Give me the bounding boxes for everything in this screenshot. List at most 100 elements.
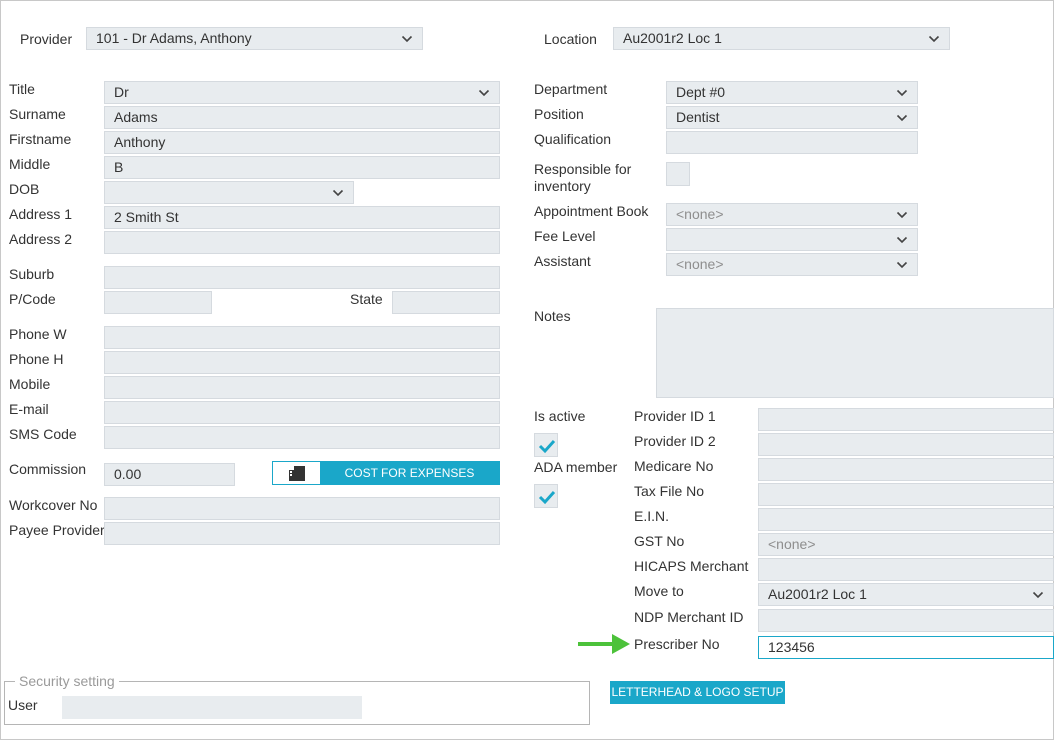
email-label: E-mail xyxy=(9,401,49,417)
chevron-down-icon xyxy=(332,187,344,199)
letterhead-logo-setup-button[interactable]: LETTERHEAD & LOGO SETUP xyxy=(610,681,785,704)
commission-input[interactable]: 0.00 xyxy=(104,463,235,486)
chevron-down-icon xyxy=(896,209,908,221)
provider-select[interactable]: 101 - Dr Adams, Anthony xyxy=(86,27,423,50)
tax-file-label: Tax File No xyxy=(634,483,705,499)
chevron-down-icon xyxy=(1032,589,1044,601)
position-label: Position xyxy=(534,106,584,122)
security-setting-group: Security setting User xyxy=(4,673,590,725)
appointment-book-label: Appointment Book xyxy=(534,203,649,219)
provider-id1-label: Provider ID 1 xyxy=(634,408,716,424)
phone-w-label: Phone W xyxy=(9,326,67,342)
pcode-label: P/Code xyxy=(9,291,56,307)
sms-code-input[interactable] xyxy=(104,426,500,449)
prescriber-input[interactable]: 123456 xyxy=(758,636,1054,659)
pcode-input[interactable] xyxy=(104,291,212,314)
location-label: Location xyxy=(544,31,597,47)
chevron-down-icon xyxy=(896,87,908,99)
notes-textarea[interactable] xyxy=(656,308,1054,398)
hicaps-label: HICAPS Merchant xyxy=(634,558,749,574)
appointment-book-select[interactable]: <none> xyxy=(666,203,918,226)
firstname-input[interactable]: Anthony xyxy=(104,131,500,154)
surname-label: Surname xyxy=(9,106,66,122)
checkmark-icon xyxy=(538,490,556,505)
chevron-down-icon xyxy=(896,259,908,271)
assistant-select[interactable]: <none> xyxy=(666,253,918,276)
ndp-input[interactable] xyxy=(758,609,1054,632)
address1-label: Address 1 xyxy=(9,206,73,222)
user-input[interactable] xyxy=(62,696,362,719)
position-value: Dentist xyxy=(676,109,720,125)
dob-label: DOB xyxy=(9,181,40,197)
chevron-down-icon xyxy=(478,87,490,99)
workcover-input[interactable] xyxy=(104,497,500,520)
cost-for-expenses-button[interactable]: COST FOR EXPENSES xyxy=(272,461,500,485)
prescriber-label: Prescriber No xyxy=(634,636,720,652)
chevron-down-icon xyxy=(896,234,908,246)
location-select[interactable]: Au2001r2 Loc 1 xyxy=(613,27,950,50)
department-select[interactable]: Dept #0 xyxy=(666,81,918,104)
arrow-right-icon xyxy=(578,634,630,654)
chevron-down-icon xyxy=(896,112,908,124)
address2-input[interactable] xyxy=(104,231,500,254)
responsible-label-line2: inventory xyxy=(534,178,591,194)
user-label: User xyxy=(8,697,38,713)
state-label: State xyxy=(350,291,383,307)
security-setting-title: Security setting xyxy=(15,673,119,690)
hicaps-input[interactable] xyxy=(758,558,1054,581)
department-value: Dept #0 xyxy=(676,84,726,100)
assistant-label: Assistant xyxy=(534,253,591,269)
mobile-label: Mobile xyxy=(9,376,51,392)
medicare-input[interactable] xyxy=(758,458,1054,481)
gst-label: GST No xyxy=(634,533,685,549)
fee-level-label: Fee Level xyxy=(534,228,596,244)
middle-input[interactable]: B xyxy=(104,156,500,179)
assistant-value: <none> xyxy=(676,256,724,272)
middle-label: Middle xyxy=(9,156,51,172)
ein-label: E.I.N. xyxy=(634,508,670,524)
payee-provider-label: Payee Provider xyxy=(9,522,105,538)
expenses-icon xyxy=(289,466,305,481)
phone-h-input[interactable] xyxy=(104,351,500,374)
move-to-label: Move to xyxy=(634,583,684,599)
sms-code-label: SMS Code xyxy=(9,426,77,442)
responsible-inventory-checkbox[interactable] xyxy=(666,162,690,186)
suburb-input[interactable] xyxy=(104,266,500,289)
tax-file-input[interactable] xyxy=(758,483,1054,506)
payee-provider-input[interactable] xyxy=(104,522,500,545)
surname-input[interactable]: Adams xyxy=(104,106,500,129)
provider-id1-input[interactable] xyxy=(758,408,1054,431)
state-input[interactable] xyxy=(392,291,500,314)
email-input[interactable] xyxy=(104,401,500,424)
phone-h-label: Phone H xyxy=(9,351,64,367)
is-active-checkbox[interactable] xyxy=(534,433,558,457)
ada-member-label: ADA member xyxy=(534,459,618,475)
mobile-input[interactable] xyxy=(104,376,500,399)
ein-input[interactable] xyxy=(758,508,1054,531)
move-to-select[interactable]: Au2001r2 Loc 1 xyxy=(758,583,1054,606)
address1-input[interactable]: 2 Smith St xyxy=(104,206,500,229)
gst-input[interactable]: <none> xyxy=(758,533,1054,556)
workcover-label: Workcover No xyxy=(9,497,98,513)
dob-picker[interactable] xyxy=(104,181,354,204)
title-value: Dr xyxy=(114,84,129,100)
qualification-input[interactable] xyxy=(666,131,918,154)
address2-label: Address 2 xyxy=(9,231,73,247)
checkmark-icon xyxy=(538,439,556,454)
title-select[interactable]: Dr xyxy=(104,81,500,104)
provider-value: 101 - Dr Adams, Anthony xyxy=(96,30,252,46)
medicare-label: Medicare No xyxy=(634,458,714,474)
title-label: Title xyxy=(9,81,35,97)
suburb-label: Suburb xyxy=(9,266,55,282)
cost-for-expenses-label: COST FOR EXPENSES xyxy=(344,466,475,480)
appointment-book-value: <none> xyxy=(676,206,724,222)
ada-member-checkbox[interactable] xyxy=(534,484,558,508)
gst-value: <none> xyxy=(768,536,816,552)
provider-id2-input[interactable] xyxy=(758,433,1054,456)
phone-w-input[interactable] xyxy=(104,326,500,349)
ndp-label: NDP Merchant ID xyxy=(634,609,744,625)
fee-level-select[interactable] xyxy=(666,228,918,251)
notes-label: Notes xyxy=(534,308,571,324)
position-select[interactable]: Dentist xyxy=(666,106,918,129)
firstname-label: Firstname xyxy=(9,131,72,147)
